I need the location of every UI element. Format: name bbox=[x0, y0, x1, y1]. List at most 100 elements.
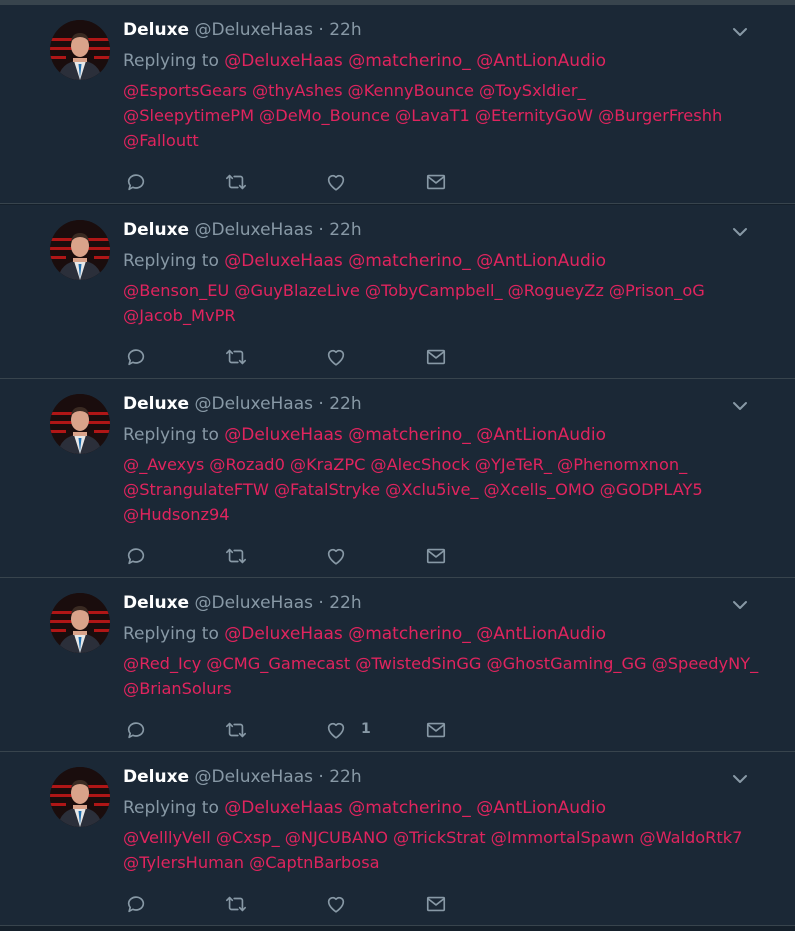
mention-link[interactable]: @AlecShock bbox=[370, 455, 469, 474]
mention-link[interactable]: @FatalStryke bbox=[274, 480, 380, 499]
tweet-card[interactable]: Deluxe @DeluxeHaas · 22h Replying to @Del… bbox=[0, 752, 795, 926]
mention-link[interactable]: @GuyBlazeLive bbox=[234, 281, 360, 300]
avatar[interactable] bbox=[50, 394, 110, 454]
mention-link[interactable]: @WaldoRtk7 bbox=[639, 828, 742, 847]
mention-link[interactable]: @Rozad0 bbox=[209, 455, 285, 474]
mention-link[interactable]: @TobyCampbell_ bbox=[365, 281, 503, 300]
chevron-down-icon[interactable] bbox=[730, 22, 750, 42]
mention-link[interactable]: @EsportsGears bbox=[123, 81, 247, 100]
retweet-icon[interactable] bbox=[223, 719, 249, 743]
user-handle[interactable]: @DeluxeHaas bbox=[194, 394, 313, 414]
chevron-down-icon[interactable] bbox=[730, 769, 750, 789]
mention-link[interactable]: @thyAshes bbox=[252, 81, 343, 100]
reply-target-link[interactable]: @AntLionAudio bbox=[476, 251, 606, 271]
mention-link[interactable]: @BurgerFreshh bbox=[598, 106, 722, 125]
reply-icon[interactable] bbox=[125, 893, 147, 917]
reply-icon[interactable] bbox=[125, 719, 147, 743]
mention-link[interactable]: @Benson_EU bbox=[123, 281, 229, 300]
tweet-card[interactable]: Deluxe @DeluxeHaas · 22h Replying to @Del… bbox=[0, 379, 795, 578]
tweet-card[interactable]: Deluxe @DeluxeHaas · 22h Replying to @Del… bbox=[0, 205, 795, 379]
mention-link[interactable]: @GODPLAY5 bbox=[600, 480, 703, 499]
mention-link[interactable]: @Jacob_MvPR bbox=[123, 306, 236, 325]
reply-target-link[interactable]: @matcherino_ bbox=[348, 798, 471, 818]
reply-target-link[interactable]: @matcherino_ bbox=[348, 51, 471, 71]
mention-link[interactable]: @TrickStrat bbox=[393, 828, 486, 847]
reply-target-link[interactable]: @AntLionAudio bbox=[476, 624, 606, 644]
retweet-icon[interactable] bbox=[223, 545, 249, 569]
heart-icon[interactable] bbox=[325, 171, 347, 195]
reply-target-link[interactable]: @AntLionAudio bbox=[476, 798, 606, 818]
mention-link[interactable]: @GhostGaming_GG bbox=[486, 654, 646, 673]
avatar[interactable] bbox=[50, 20, 110, 80]
mention-link[interactable]: @Cxsp_ bbox=[216, 828, 280, 847]
timestamp[interactable]: 22h bbox=[329, 20, 361, 40]
mention-link[interactable]: @Xcells_OMO bbox=[484, 480, 595, 499]
envelope-icon[interactable] bbox=[425, 171, 447, 195]
mention-link[interactable]: @LavaT1 bbox=[395, 106, 470, 125]
mention-link[interactable]: @Falloutt bbox=[123, 131, 199, 150]
reply-target-link[interactable]: @DeluxeHaas bbox=[224, 425, 343, 445]
mention-link[interactable]: @Xclu5ive_ bbox=[385, 480, 478, 499]
mention-link[interactable]: @EternityGoW bbox=[475, 106, 593, 125]
reply-target-link[interactable]: @DeluxeHaas bbox=[224, 798, 343, 818]
chevron-down-icon[interactable] bbox=[730, 222, 750, 242]
envelope-icon[interactable] bbox=[425, 719, 447, 743]
tweet-card[interactable]: Deluxe @DeluxeHaas · 22h Replying to @Del… bbox=[0, 578, 795, 752]
chevron-down-icon[interactable] bbox=[730, 396, 750, 416]
display-name[interactable]: Deluxe bbox=[123, 593, 189, 613]
mention-link[interactable]: @VelllyVell bbox=[123, 828, 211, 847]
mention-link[interactable]: @_Avexys bbox=[123, 455, 204, 474]
timestamp[interactable]: 22h bbox=[329, 593, 361, 613]
mention-link[interactable]: @KraZPC bbox=[290, 455, 366, 474]
heart-icon[interactable] bbox=[325, 545, 347, 569]
mention-link[interactable]: @TylersHuman bbox=[123, 853, 244, 872]
user-handle[interactable]: @DeluxeHaas bbox=[194, 220, 313, 240]
mention-link[interactable]: @DeMo_Bounce bbox=[259, 106, 390, 125]
reply-icon[interactable] bbox=[125, 545, 147, 569]
mention-link[interactable]: @ToySxldier_ bbox=[479, 81, 586, 100]
mention-link[interactable]: @Red_Icy bbox=[123, 654, 201, 673]
heart-icon[interactable] bbox=[325, 346, 347, 370]
heart-icon[interactable] bbox=[325, 719, 347, 743]
mention-link[interactable]: @ImmortalSpawn bbox=[491, 828, 635, 847]
user-handle[interactable]: @DeluxeHaas bbox=[194, 20, 313, 40]
display-name[interactable]: Deluxe bbox=[123, 20, 189, 40]
mention-link[interactable]: @NJCUBANO bbox=[285, 828, 388, 847]
timestamp[interactable]: 22h bbox=[329, 767, 361, 787]
envelope-icon[interactable] bbox=[425, 545, 447, 569]
heart-icon[interactable] bbox=[325, 893, 347, 917]
mention-link[interactable]: @RogueyZz bbox=[508, 281, 604, 300]
mention-link[interactable]: @StrangulateFTW bbox=[123, 480, 269, 499]
chevron-down-icon[interactable] bbox=[730, 595, 750, 615]
user-handle[interactable]: @DeluxeHaas bbox=[194, 593, 313, 613]
reply-icon[interactable] bbox=[125, 171, 147, 195]
mention-link[interactable]: @Prison_oG bbox=[609, 281, 705, 300]
avatar[interactable] bbox=[50, 220, 110, 280]
tweet-card[interactable]: Deluxe @DeluxeHaas · 22h Replying to @Del… bbox=[0, 5, 795, 204]
reply-target-link[interactable]: @DeluxeHaas bbox=[224, 624, 343, 644]
envelope-icon[interactable] bbox=[425, 346, 447, 370]
reply-target-link[interactable]: @matcherino_ bbox=[348, 624, 471, 644]
display-name[interactable]: Deluxe bbox=[123, 767, 189, 787]
user-handle[interactable]: @DeluxeHaas bbox=[194, 767, 313, 787]
reply-target-link[interactable]: @AntLionAudio bbox=[476, 425, 606, 445]
retweet-icon[interactable] bbox=[223, 171, 249, 195]
avatar[interactable] bbox=[50, 767, 110, 827]
reply-icon[interactable] bbox=[125, 346, 147, 370]
mention-link[interactable]: @CMG_Gamecast bbox=[206, 654, 350, 673]
envelope-icon[interactable] bbox=[425, 893, 447, 917]
mention-link[interactable]: @Phenomxnon_ bbox=[557, 455, 687, 474]
mention-link[interactable]: @SpeedyNY_ bbox=[652, 654, 759, 673]
display-name[interactable]: Deluxe bbox=[123, 394, 189, 414]
retweet-icon[interactable] bbox=[223, 893, 249, 917]
timestamp[interactable]: 22h bbox=[329, 220, 361, 240]
mention-link[interactable]: @SleepytimePM bbox=[123, 106, 254, 125]
mention-link[interactable]: @BrianSolurs bbox=[123, 679, 232, 698]
reply-target-link[interactable]: @DeluxeHaas bbox=[224, 51, 343, 71]
mention-link[interactable]: @CaptnBarbosa bbox=[249, 853, 380, 872]
timestamp[interactable]: 22h bbox=[329, 394, 361, 414]
reply-target-link[interactable]: @DeluxeHaas bbox=[224, 251, 343, 271]
retweet-icon[interactable] bbox=[223, 346, 249, 370]
reply-target-link[interactable]: @matcherino_ bbox=[348, 425, 471, 445]
mention-link[interactable]: @Hudsonz94 bbox=[123, 505, 230, 524]
